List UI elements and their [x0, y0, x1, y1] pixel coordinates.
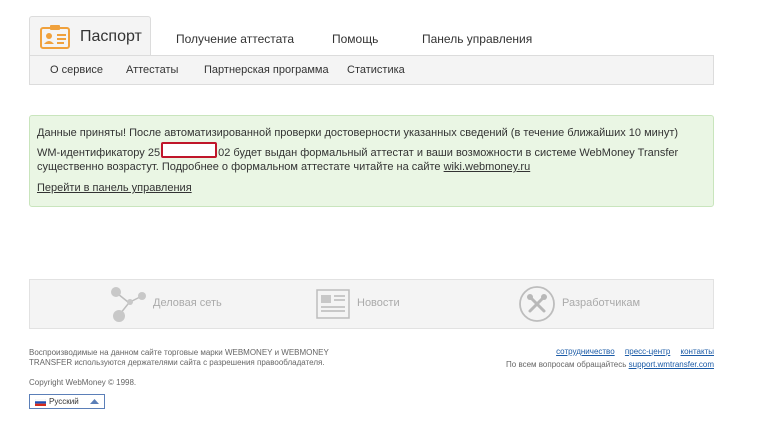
service-business-network-label: Деловая сеть [153, 297, 222, 309]
subnav-partner-program[interactable]: Партнерская программа [204, 64, 329, 76]
top-nav: Паспорт Получение аттестата Помощь Панел… [29, 16, 714, 56]
copyright: Copyright WebMoney © 1998. [29, 378, 137, 387]
sub-nav: О сервисе Аттестаты Партнерская программ… [29, 55, 714, 85]
success-message: Данные приняты! После автоматизированной… [29, 115, 714, 207]
services-bar: Деловая сеть Новости Разработчикам [29, 279, 714, 329]
subnav-statistics[interactable]: Статистика [347, 64, 405, 76]
message-line-3-text: существенно возрастут. Подробнее о форма… [37, 161, 444, 173]
message-line-1: Данные приняты! После автоматизированной… [37, 127, 679, 139]
subnav-about[interactable]: О сервисе [50, 64, 103, 76]
message-line-4: Перейти в панель управления [37, 180, 192, 197]
message-line-3: существенно возрастут. Подробнее о форма… [37, 159, 530, 176]
tab-get-certificate[interactable]: Получение аттестата [176, 32, 294, 46]
support-text: По всем вопросам обращайтесь [506, 360, 629, 369]
legal-notice: Воспроизводимые на данном сайте торговые… [29, 348, 329, 367]
language-label: Русский [49, 397, 79, 406]
newspaper-icon [316, 289, 350, 319]
support-link[interactable]: support.wmtransfer.com [629, 360, 714, 369]
business-network-icon [111, 287, 146, 322]
wmid-redaction [161, 142, 218, 158]
service-news-label: Новости [357, 297, 400, 309]
tools-icon [519, 286, 555, 322]
tab-passport-label: Паспорт [80, 28, 142, 45]
wmid-prefix: WM-идентификатору 25 [37, 147, 161, 159]
service-business-network[interactable]: Деловая сеть [108, 280, 268, 328]
wiki-link[interactable]: wiki.webmoney.ru [444, 161, 531, 173]
tab-passport[interactable]: Паспорт [29, 16, 151, 56]
service-news[interactable]: Новости [314, 280, 424, 328]
tab-help[interactable]: Помощь [332, 32, 378, 46]
passport-icon [40, 25, 70, 49]
caret-up-icon [90, 399, 99, 404]
service-developers-label: Разработчикам [562, 297, 641, 309]
footer-link-contacts[interactable]: контакты [681, 347, 714, 356]
support-line: По всем вопросам обращайтесь support.wmt… [506, 360, 714, 369]
wmid-suffix: 02 будет выдан формальный аттестат и ваш… [218, 147, 679, 159]
footer-link-cooperation[interactable]: сотрудничество [556, 347, 615, 356]
footer-link-press-center[interactable]: пресс-центр [625, 347, 670, 356]
tab-control-panel[interactable]: Панель управления [422, 32, 532, 46]
subnav-certificates[interactable]: Аттестаты [126, 64, 178, 76]
service-developers[interactable]: Разработчикам [518, 280, 648, 328]
language-selector[interactable]: Русский [29, 394, 105, 409]
footer-links: сотрудничество пресс-центр контакты [548, 347, 714, 356]
control-panel-link[interactable]: Перейти в панель управления [37, 182, 192, 194]
russia-flag-icon [35, 399, 46, 406]
